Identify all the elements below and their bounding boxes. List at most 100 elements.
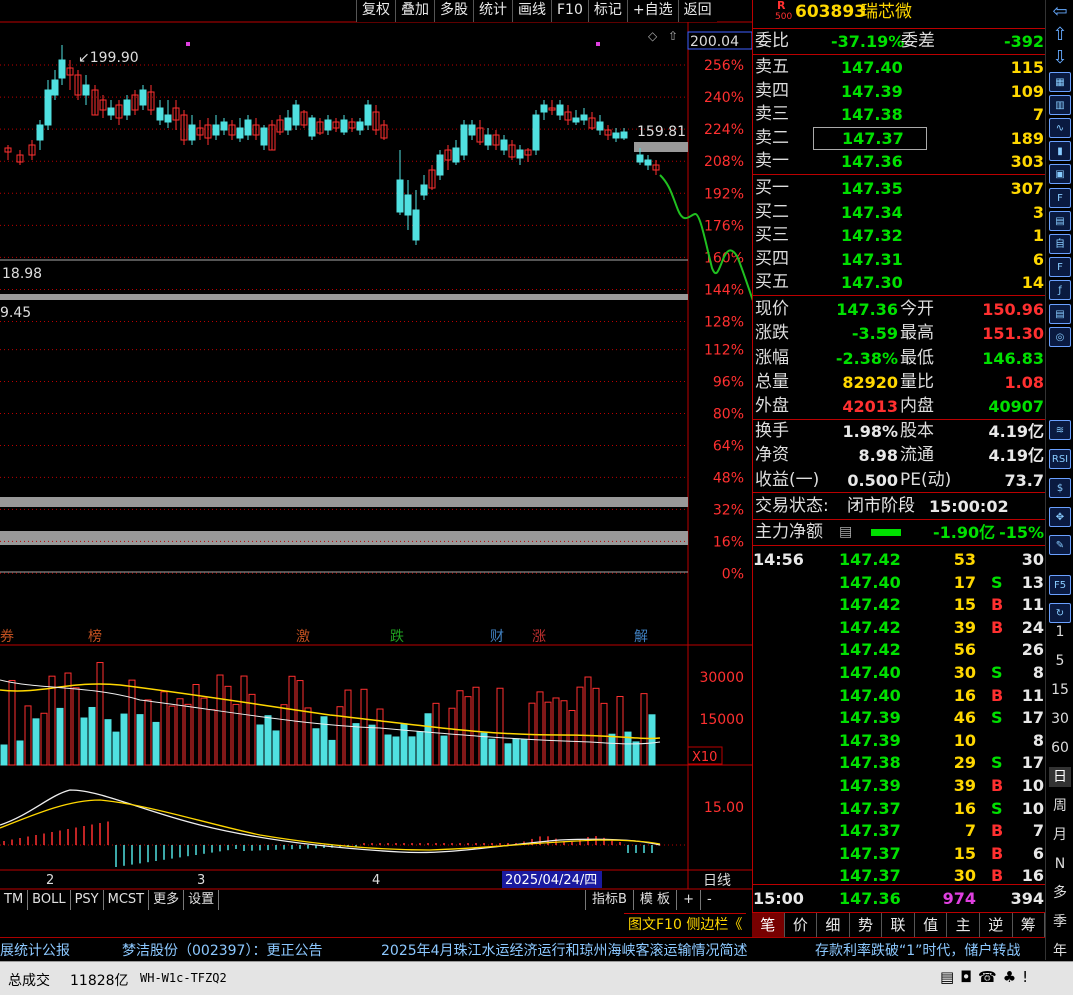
arrow-left-icon[interactable]: ⇦ [1049,2,1071,22]
f10-icon[interactable]: F [1049,187,1071,208]
event-marker[interactable]: 激 [296,628,310,645]
period-5[interactable]: 日 [1049,767,1071,787]
sell-price[interactable]: 147.40 [841,56,903,79]
system-id: WH-W1c-TFZQ2 [140,971,227,985]
tick-volume: 16 [953,798,976,818]
rsi-icon[interactable]: RSI [1049,449,1071,469]
period-7[interactable]: 月 [1049,825,1071,845]
f5-icon[interactable]: F5 [1049,575,1071,595]
period-10[interactable]: 季 [1049,912,1071,932]
buy-price[interactable]: 147.31 [841,248,903,271]
toolbar-f10[interactable]: F10 [551,0,588,22]
scroll-up-icon[interactable]: ⇧ [668,29,678,43]
ind-tab-more[interactable]: 更多 [149,890,185,910]
grey-band [0,531,688,545]
refresh-icon[interactable]: ↻ [1049,603,1071,623]
grid-icon[interactable]: ▦ [1049,71,1071,92]
tab-bi[interactable]: 笔 [752,913,785,937]
tick-price: 147.37 [839,866,901,886]
tab-chou[interactable]: 筹 [1013,913,1046,937]
sell-price[interactable]: 147.37 [813,126,927,150]
toolbar-back[interactable]: 返回 [677,0,717,22]
event-marker[interactable]: 涨 [532,629,546,645]
event-marker[interactable]: 榜 [88,628,102,645]
toolbar-fuquan[interactable]: 复权 [356,0,395,22]
toolbar-diejia[interactable]: 叠加 [395,0,434,22]
period-3[interactable]: 30 [1049,709,1071,729]
tab-xi[interactable]: 细 [817,913,850,937]
ind-tab-mcst[interactable]: MCST [104,890,150,910]
zoom-out-button[interactable]: - [699,890,718,910]
tool-icon[interactable]: ƒ [1049,280,1071,301]
tick-price: 147.37 [839,798,901,818]
arrow-down-icon[interactable]: ⇩ [1049,48,1071,68]
period-0[interactable]: 1 [1049,622,1071,642]
tab-lian[interactable]: 联 [882,913,915,937]
zoom-icon[interactable]: ◎ [1049,326,1071,347]
news-item[interactable]: 2025年4月珠江水运经济运行和琼州海峡客滚运输情况简述 [381,940,748,960]
table-icon[interactable]: ▥ [1049,94,1071,115]
toolbar-duogu[interactable]: 多股 [434,0,473,22]
tick-volume: 30 [953,663,976,682]
period-4[interactable]: 60 [1049,738,1071,758]
self-icon[interactable]: 自 [1049,234,1071,254]
event-marker[interactable]: 跌 [390,629,404,645]
mainflow-menu-icon[interactable]: ▤ [839,521,852,544]
period-8[interactable]: N [1049,854,1071,874]
news-item[interactable]: 展统计公报 [0,940,70,960]
period-6[interactable]: 周 [1049,796,1071,816]
event-marker[interactable]: 财 [490,629,504,645]
line-chart-icon[interactable]: ∿ [1049,118,1071,138]
buy-price[interactable]: 147.32 [841,224,903,247]
fz-icon[interactable]: F [1049,257,1071,278]
doc-icon[interactable]: ▤ [1049,210,1071,231]
toolbar-biaoji[interactable]: 标记 [587,0,627,22]
period-1[interactable]: 5 [1049,651,1071,671]
toolbar-huaxian[interactable]: 画线 [512,0,551,22]
ind-tab-psy[interactable]: PSY [71,890,104,910]
status-icons[interactable]: ▤◘☎♣! [940,968,1034,986]
toolbar-tongji[interactable]: 统计 [473,0,512,22]
chart-canvas[interactable]: 256%240%224%208%192%176%160%144%128%112%… [0,0,752,912]
tick-row: 147.37 7 B 7 [753,819,1046,841]
event-marker[interactable]: 解 [634,629,648,645]
sell-price[interactable]: 147.36 [841,150,903,173]
tick-side: B [991,866,1004,886]
period-label[interactable]: 日线 [703,873,731,889]
f10-sidebar-tab[interactable]: 图文F10 侧边栏《 [624,913,747,936]
candle-icon[interactable]: ▮ [1049,141,1071,162]
zoom-in-button[interactable]: + [676,890,700,910]
ind-tab-boll[interactable]: BOLL [28,890,71,910]
news-item[interactable]: 梦洁股份（002397）：更正公告 [122,940,322,960]
kline-chart-area[interactable]: 256% 240% 224% 208% 192% 176% 160% 144% 128% 112%… [0,0,752,912]
arrow-up-icon[interactable]: ⇧ [1049,25,1071,45]
tab-ni[interactable]: 逆 [980,913,1013,937]
tab-zhu[interactable]: 主 [947,913,980,937]
tick-count: 10 [1021,776,1044,795]
sell-price[interactable]: 147.38 [841,103,903,126]
ind-tab-tm[interactable]: TM [0,890,29,910]
calc-icon[interactable]: ▤ [1049,303,1071,324]
tab-shi[interactable]: 势 [850,913,883,937]
ind-b-button[interactable]: 指标B [585,890,633,910]
wave-icon[interactable]: ≋ [1049,420,1071,440]
news-item[interactable]: 存款利率跌破“1”时代，储户转战 [815,940,1020,960]
period-11[interactable]: 年 [1049,941,1071,961]
period-9[interactable]: 多 [1049,883,1071,903]
period-2[interactable]: 15 [1049,680,1071,700]
tab-jia[interactable]: 价 [785,913,818,937]
sell-volume: 115 [1010,58,1044,77]
tab-zhi[interactable]: 值 [915,913,948,937]
money-icon[interactable]: $ [1049,478,1071,498]
toolbar-add-watch[interactable]: +自选 [626,0,678,22]
layout-icon[interactable]: ▣ [1049,164,1071,185]
move-icon[interactable]: ✥ [1049,507,1071,527]
sell-price[interactable]: 147.39 [841,80,903,103]
pen-icon[interactable]: ✎ [1049,535,1071,555]
template-button[interactable]: 模 板 [632,890,676,910]
diamond-icon[interactable]: ◇ [648,29,658,43]
buy-price[interactable]: 147.35 [841,177,903,200]
buy-price[interactable]: 147.34 [841,201,903,224]
ind-tab-settings[interactable]: 设置 [184,890,220,910]
buy-price[interactable]: 147.30 [841,271,903,294]
